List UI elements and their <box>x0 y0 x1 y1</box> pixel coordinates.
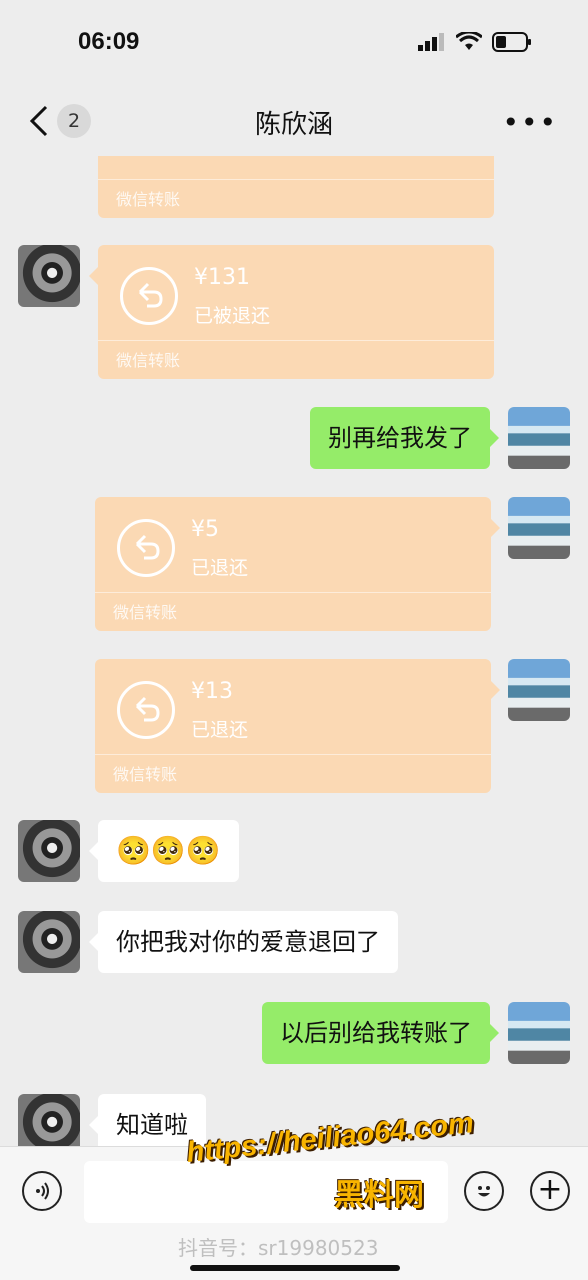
divider <box>98 179 494 180</box>
sent-message[interactable]: 以后别给我转账了 <box>262 1002 499 1064</box>
contact-avatar[interactable] <box>18 911 80 973</box>
contact-avatar[interactable] <box>18 820 80 882</box>
transfer-card[interactable]: ¥13 已退还 微信转账 <box>95 659 500 793</box>
my-avatar[interactable] <box>508 1002 570 1064</box>
sent-message[interactable]: 别再给我发了 <box>310 407 499 469</box>
transfer-card[interactable]: ¥5 已退还 微信转账 <box>95 497 500 631</box>
transfer-card[interactable]: 微信转账 <box>98 156 494 218</box>
contact-avatar[interactable] <box>18 245 80 307</box>
transfer-status: 已退还 <box>191 557 249 579</box>
voice-icon[interactable] <box>22 1171 62 1211</box>
divider <box>98 340 494 341</box>
emoji-icon[interactable] <box>464 1171 504 1211</box>
signal-icon <box>418 33 444 51</box>
plus-icon[interactable]: + <box>530 1171 570 1211</box>
watermark-site-name: 黑料网 <box>334 1178 424 1213</box>
return-arrow-icon <box>117 681 175 739</box>
chat-title: 陈欣涵 <box>254 110 333 140</box>
contact-avatar[interactable] <box>18 1094 80 1146</box>
watermark-tiktok-id: 抖音号：sr19980523 <box>178 1236 379 1260</box>
received-message[interactable]: 你把我对你的爱意退回了 <box>89 911 398 973</box>
wifi-icon <box>456 32 482 50</box>
transfer-caption: 微信转账 <box>116 190 181 209</box>
more-dots-icon[interactable]: ••• <box>502 106 558 139</box>
transfer-status: 已被退还 <box>194 305 271 327</box>
return-arrow-icon <box>117 519 175 577</box>
message-list[interactable]: 微信转账 ¥131 已被退还 微信转账 别再给我发了 ¥5 已退还 微信转账 ¥… <box>0 156 588 1146</box>
home-indicator <box>190 1265 400 1271</box>
status-bar: 06:09 <box>0 0 588 86</box>
divider <box>95 592 491 593</box>
status-icons <box>418 32 532 52</box>
transfer-amount: ¥5 <box>191 517 219 542</box>
my-avatar[interactable] <box>508 497 570 559</box>
transfer-amount: ¥131 <box>194 265 250 290</box>
divider <box>95 754 491 755</box>
battery-icon <box>492 32 531 52</box>
transfer-card[interactable]: ¥131 已被退还 微信转账 <box>89 245 494 379</box>
transfer-caption: 微信转账 <box>113 765 178 784</box>
my-avatar[interactable] <box>508 407 570 469</box>
transfer-caption: 微信转账 <box>113 603 178 622</box>
status-time: 06:09 <box>78 28 140 55</box>
transfer-amount: ¥13 <box>191 679 233 704</box>
transfer-status: 已退还 <box>191 719 249 741</box>
return-arrow-icon <box>120 267 178 325</box>
received-message[interactable]: 🥺🥺🥺 <box>89 820 239 882</box>
transfer-caption: 微信转账 <box>116 351 181 370</box>
chat-header: 2 陈欣涵 ••• <box>0 86 588 156</box>
my-avatar[interactable] <box>508 659 570 721</box>
